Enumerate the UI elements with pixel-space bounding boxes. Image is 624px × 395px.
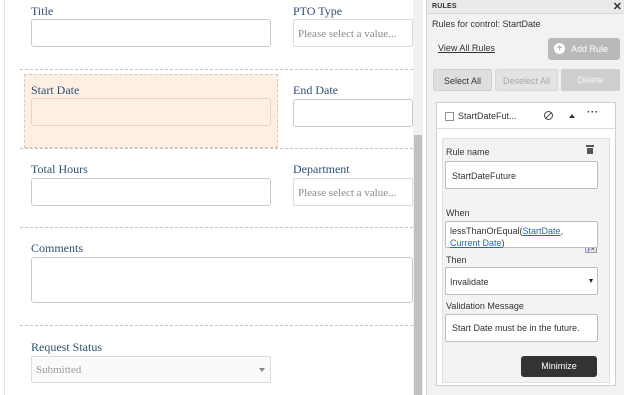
delete-button[interactable]: Delete xyxy=(561,69,620,91)
row-divider xyxy=(20,148,413,149)
when-condition-box[interactable]: lessThanOrEqual(StartDate, Current Date) xyxy=(445,221,598,248)
request-status-label: Request Status xyxy=(31,340,102,354)
select-all-button[interactable]: Select All xyxy=(433,69,492,91)
row-divider xyxy=(20,325,413,326)
plus-icon: + xyxy=(554,43,565,54)
rule-row[interactable]: StartDateFut... ··· xyxy=(437,103,615,129)
panel-subtitle: Rules for control: StartDate xyxy=(432,19,541,29)
form-scrollbar[interactable] xyxy=(413,0,423,395)
department-select[interactable]: Please select a value... xyxy=(293,178,413,206)
end-date-input[interactable] xyxy=(293,99,413,127)
minimize-button[interactable]: Minimize xyxy=(521,356,597,377)
rules-panel: RULES ✕ Rules for control: StartDate Vie… xyxy=(426,0,624,395)
close-icon[interactable]: ✕ xyxy=(613,0,622,14)
pto-type-label: PTO Type xyxy=(293,4,343,18)
when-separator: , xyxy=(560,226,564,236)
rule-card: StartDateFut... ··· Rule name StartDateF… xyxy=(436,102,616,386)
panel-title: RULES xyxy=(432,3,457,10)
when-function: lessThanOrEqual( xyxy=(450,226,523,236)
title-input[interactable] xyxy=(31,19,271,47)
add-rule-button[interactable]: + Add Rule xyxy=(548,38,620,60)
chevron-down-icon xyxy=(259,368,265,372)
total-hours-input[interactable] xyxy=(31,178,271,206)
validation-message-input[interactable]: Start Date must be in the future. xyxy=(445,314,598,342)
when-arg-startdate[interactable]: StartDate xyxy=(523,226,561,236)
add-rule-label: Add Rule xyxy=(571,44,609,54)
when-label: When xyxy=(446,208,470,218)
comments-label: Comments xyxy=(31,241,84,255)
rule-name-input[interactable]: StartDateFuture xyxy=(445,161,598,189)
then-label: Then xyxy=(446,255,467,265)
form-canvas: Title PTO Type Please select a value... … xyxy=(0,0,413,395)
comments-textarea[interactable] xyxy=(31,257,413,303)
total-hours-label: Total Hours xyxy=(31,162,88,176)
row-divider xyxy=(20,227,413,228)
chevron-up-icon[interactable] xyxy=(569,114,575,118)
disable-icon[interactable] xyxy=(544,111,553,120)
rule-short-name[interactable]: StartDateFut... xyxy=(458,111,517,121)
then-action-select[interactable]: Invalidate xyxy=(445,267,598,295)
request-status-select[interactable]: Submitted xyxy=(31,356,271,383)
request-status-value: Submitted xyxy=(36,364,82,376)
start-date-label: Start Date xyxy=(31,83,80,97)
end-date-label: End Date xyxy=(293,83,338,97)
deselect-all-button[interactable]: Deselect All xyxy=(495,69,558,91)
pto-type-select[interactable]: Please select a value... xyxy=(293,19,413,47)
chevron-down-icon xyxy=(589,279,593,283)
department-label: Department xyxy=(293,162,350,176)
rules-panel-header: RULES ✕ xyxy=(427,0,624,14)
title-label: Title xyxy=(31,4,54,18)
then-action-value: Invalidate xyxy=(450,277,489,287)
when-close-paren: ) xyxy=(501,238,505,248)
trash-icon[interactable] xyxy=(586,145,594,154)
rule-details: Rule name StartDateFuture When ƒx lessTh… xyxy=(442,138,610,383)
view-all-rules-link[interactable]: View All Rules xyxy=(438,43,495,53)
more-options-icon[interactable]: ··· xyxy=(587,107,599,118)
when-arg-current-date[interactable]: Current Date xyxy=(450,238,502,248)
rule-checkbox[interactable] xyxy=(445,112,454,121)
row-divider xyxy=(20,69,413,70)
start-date-input[interactable] xyxy=(31,98,271,126)
form-left-border xyxy=(4,0,5,395)
rule-name-label: Rule name xyxy=(446,147,490,157)
validation-message-label: Validation Message xyxy=(446,301,524,311)
scrollbar-thumb[interactable] xyxy=(414,135,422,395)
